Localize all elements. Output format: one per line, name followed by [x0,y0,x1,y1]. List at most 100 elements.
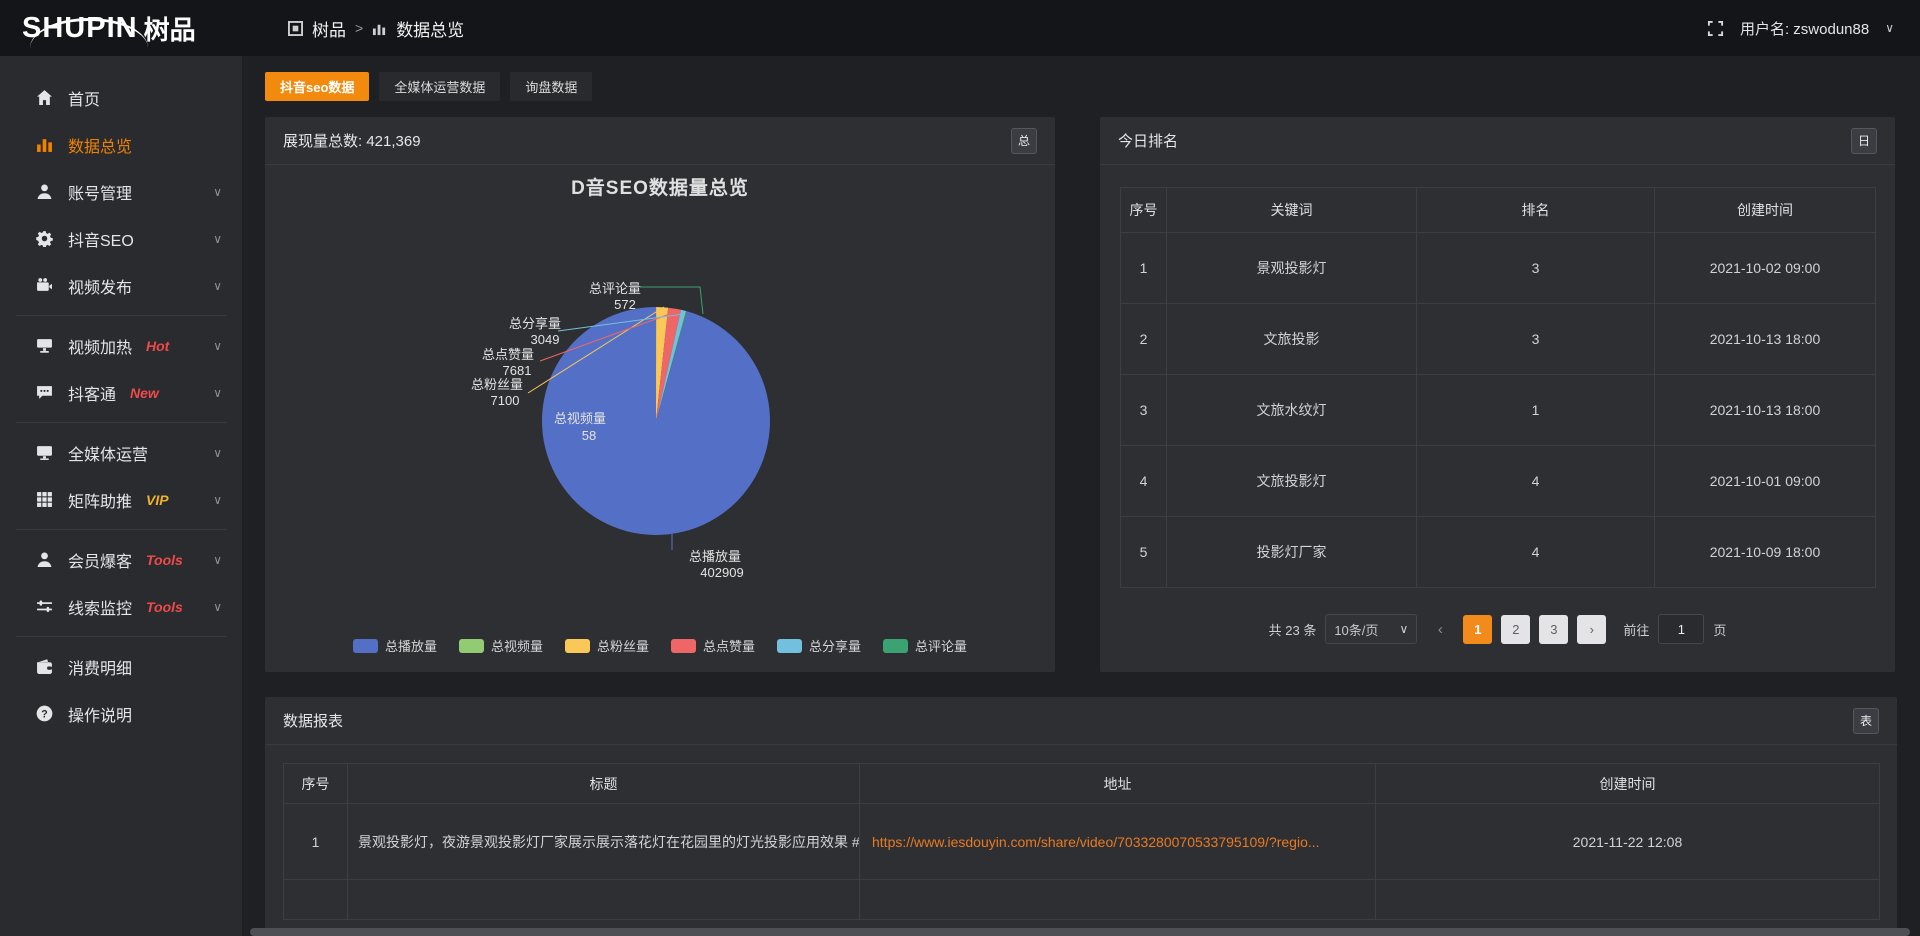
sidebar-item-label: 视频发布 [68,274,132,298]
tab-inquiry-data[interactable]: 询盘数据 [510,72,592,101]
table-row[interactable]: 2 文旅投影 3 2021-10-13 18:00 [1121,304,1876,375]
cell-index: 1 [284,804,348,880]
col-header-created: 创建时间 [1655,188,1876,233]
sidebar-divider [16,636,226,637]
topbar-right: 用户名: zswodun88 ∨ [1707,18,1920,39]
sliders-icon [35,598,53,616]
total-badge-button[interactable]: 总 [1011,128,1037,154]
sidebar-item-member-burst[interactable]: 会员爆客 Tools ∨ [0,536,242,583]
user-caret-icon[interactable]: ∨ [1885,21,1894,35]
legend-swatch [671,639,696,653]
next-page-button[interactable]: › [1577,615,1606,644]
sidebar-item-doukutong[interactable]: 抖客通 New ∨ [0,369,242,416]
table-row[interactable]: 5 投影灯厂家 4 2021-10-09 18:00 [1121,517,1876,588]
rank-panel: 今日排名 日 序号 关键词 排名 创建时间 1 景观投影灯 3 [1100,117,1895,672]
legend-item-plays[interactable]: 总播放量 [353,636,437,655]
data-tabs: 抖音seo数据 全媒体运营数据 询盘数据 [265,72,1920,101]
col-header-index: 序号 [1121,188,1167,233]
cell-keyword: 文旅水纹灯 [1167,375,1417,446]
breadcrumb-current[interactable]: 数据总览 [396,16,464,41]
goto-page-input[interactable] [1658,614,1704,644]
sidebar-item-home[interactable]: 首页 [0,74,242,121]
chevron-down-icon: ∨ [213,446,222,460]
vip-badge: VIP [146,492,169,508]
sidebar-item-douyin-seo[interactable]: 抖音SEO ∨ [0,215,242,262]
legend-item-fans[interactable]: 总粉丝量 [565,636,649,655]
chevron-down-icon: ∨ [213,600,222,614]
main-content: 抖音seo数据 全媒体运营数据 询盘数据 展现量总数: 421,369 总 D音… [242,56,1920,936]
grid-icon [35,491,53,509]
table-row[interactable]: 1 景观投影灯 3 2021-10-02 09:00 [1121,233,1876,304]
sidebar-item-data-overview[interactable]: 数据总览 [0,121,242,168]
tab-media-operation-data[interactable]: 全媒体运营数据 [379,72,500,101]
sidebar-item-label: 操作说明 [68,702,132,726]
logo[interactable]: SHUPIN 树品 [0,14,242,43]
legend-label: 总粉丝量 [597,636,649,655]
question-circle-icon: ? [35,705,53,723]
cell-rank: 3 [1417,304,1655,375]
page-button-3[interactable]: 3 [1539,615,1568,644]
chevron-down-icon: ∨ [213,279,222,293]
legend-item-likes[interactable]: 总点赞量 [671,636,755,655]
fullscreen-icon[interactable] [1707,20,1724,37]
legend-label: 总点赞量 [703,636,755,655]
sidebar-item-label: 全媒体运营 [68,441,148,465]
svg-text:?: ? [41,708,47,720]
legend-swatch [883,639,908,653]
report-table-header-row: 序号 标题 地址 创建时间 [284,764,1880,804]
sidebar-item-label: 抖客通 [68,381,116,405]
sidebar-item-media-operation[interactable]: 全媒体运营 ∨ [0,429,242,476]
cell-created: 2021-11-22 12:08 [1376,804,1880,880]
legend-swatch [777,639,802,653]
table-row[interactable]: 1 景观投影灯，夜游景观投影灯厂家展示展示落花灯在花园里的灯光投影应用效果 # … [284,804,1880,880]
rank-table-header-row: 序号 关键词 排名 创建时间 [1121,188,1876,233]
cell-index: 2 [1121,304,1167,375]
sidebar-item-matrix-boost[interactable]: 矩阵助推 VIP ∨ [0,476,242,523]
page-size-select[interactable]: 10条/页 ∨ [1325,614,1417,644]
col-header-title: 标题 [348,764,860,804]
day-badge-button[interactable]: 日 [1851,128,1877,154]
sidebar-item-video-publish[interactable]: 视频发布 ∨ [0,262,242,309]
sidebar-item-label: 线索监控 [68,595,132,619]
pie-value-comments: 572 [614,297,636,312]
table-row[interactable]: 4 文旅投影灯 4 2021-10-01 09:00 [1121,446,1876,517]
cell-created: 2021-10-01 09:00 [1655,446,1876,517]
sidebar-item-account[interactable]: 账号管理 ∨ [0,168,242,215]
legend-label: 总评论量 [915,636,967,655]
sidebar-item-label: 会员爆客 [68,548,132,572]
cell-index: 3 [1121,375,1167,446]
username-label[interactable]: 用户名: zswodun88 [1740,18,1869,39]
pie-value-likes: 7681 [503,363,532,378]
cell-rank: 3 [1417,233,1655,304]
sidebar-item-spend-detail[interactable]: 消费明细 [0,643,242,690]
sidebar-divider [16,529,226,530]
seo-pie-chart[interactable]: D音SEO数据量总览 [265,165,1055,671]
table-badge-button[interactable]: 表 [1853,708,1879,734]
cell-keyword: 文旅投影 [1167,304,1417,375]
page-button-2[interactable]: 2 [1501,615,1530,644]
table-row[interactable]: 3 文旅水纹灯 1 2021-10-13 18:00 [1121,375,1876,446]
prev-page-button[interactable]: ‹ [1426,615,1454,643]
horizontal-scrollbar[interactable] [250,928,1910,936]
tab-douyin-seo-data[interactable]: 抖音seo数据 [265,72,369,101]
sidebar-divider [16,422,226,423]
legend-item-shares[interactable]: 总分享量 [777,636,861,655]
member-icon [35,551,53,569]
sidebar-item-help[interactable]: ? 操作说明 [0,690,242,737]
col-header-keyword: 关键词 [1167,188,1417,233]
video-link[interactable]: https://www.iesdouyin.com/share/video/70… [872,834,1320,850]
tools-badge: Tools [146,599,183,615]
sidebar-item-label: 抖音SEO [68,227,134,251]
sidebar: 首页 数据总览 账号管理 ∨ 抖音SEO ∨ 视频发布 [0,56,242,936]
page-button-1[interactable]: 1 [1463,615,1492,644]
sidebar-divider [16,315,226,316]
legend-label: 总视频量 [491,636,543,655]
legend-item-comments[interactable]: 总评论量 [883,636,967,655]
sidebar-item-lead-monitor[interactable]: 线索监控 Tools ∨ [0,583,242,630]
legend-item-videos[interactable]: 总视频量 [459,636,543,655]
sidebar-item-video-heat[interactable]: 视频加热 Hot ∨ [0,322,242,369]
pie-value-videos: 58 [582,428,596,443]
cell-rank: 4 [1417,446,1655,517]
breadcrumb-root[interactable]: 树品 [312,16,346,41]
cell-keyword: 景观投影灯 [1167,233,1417,304]
